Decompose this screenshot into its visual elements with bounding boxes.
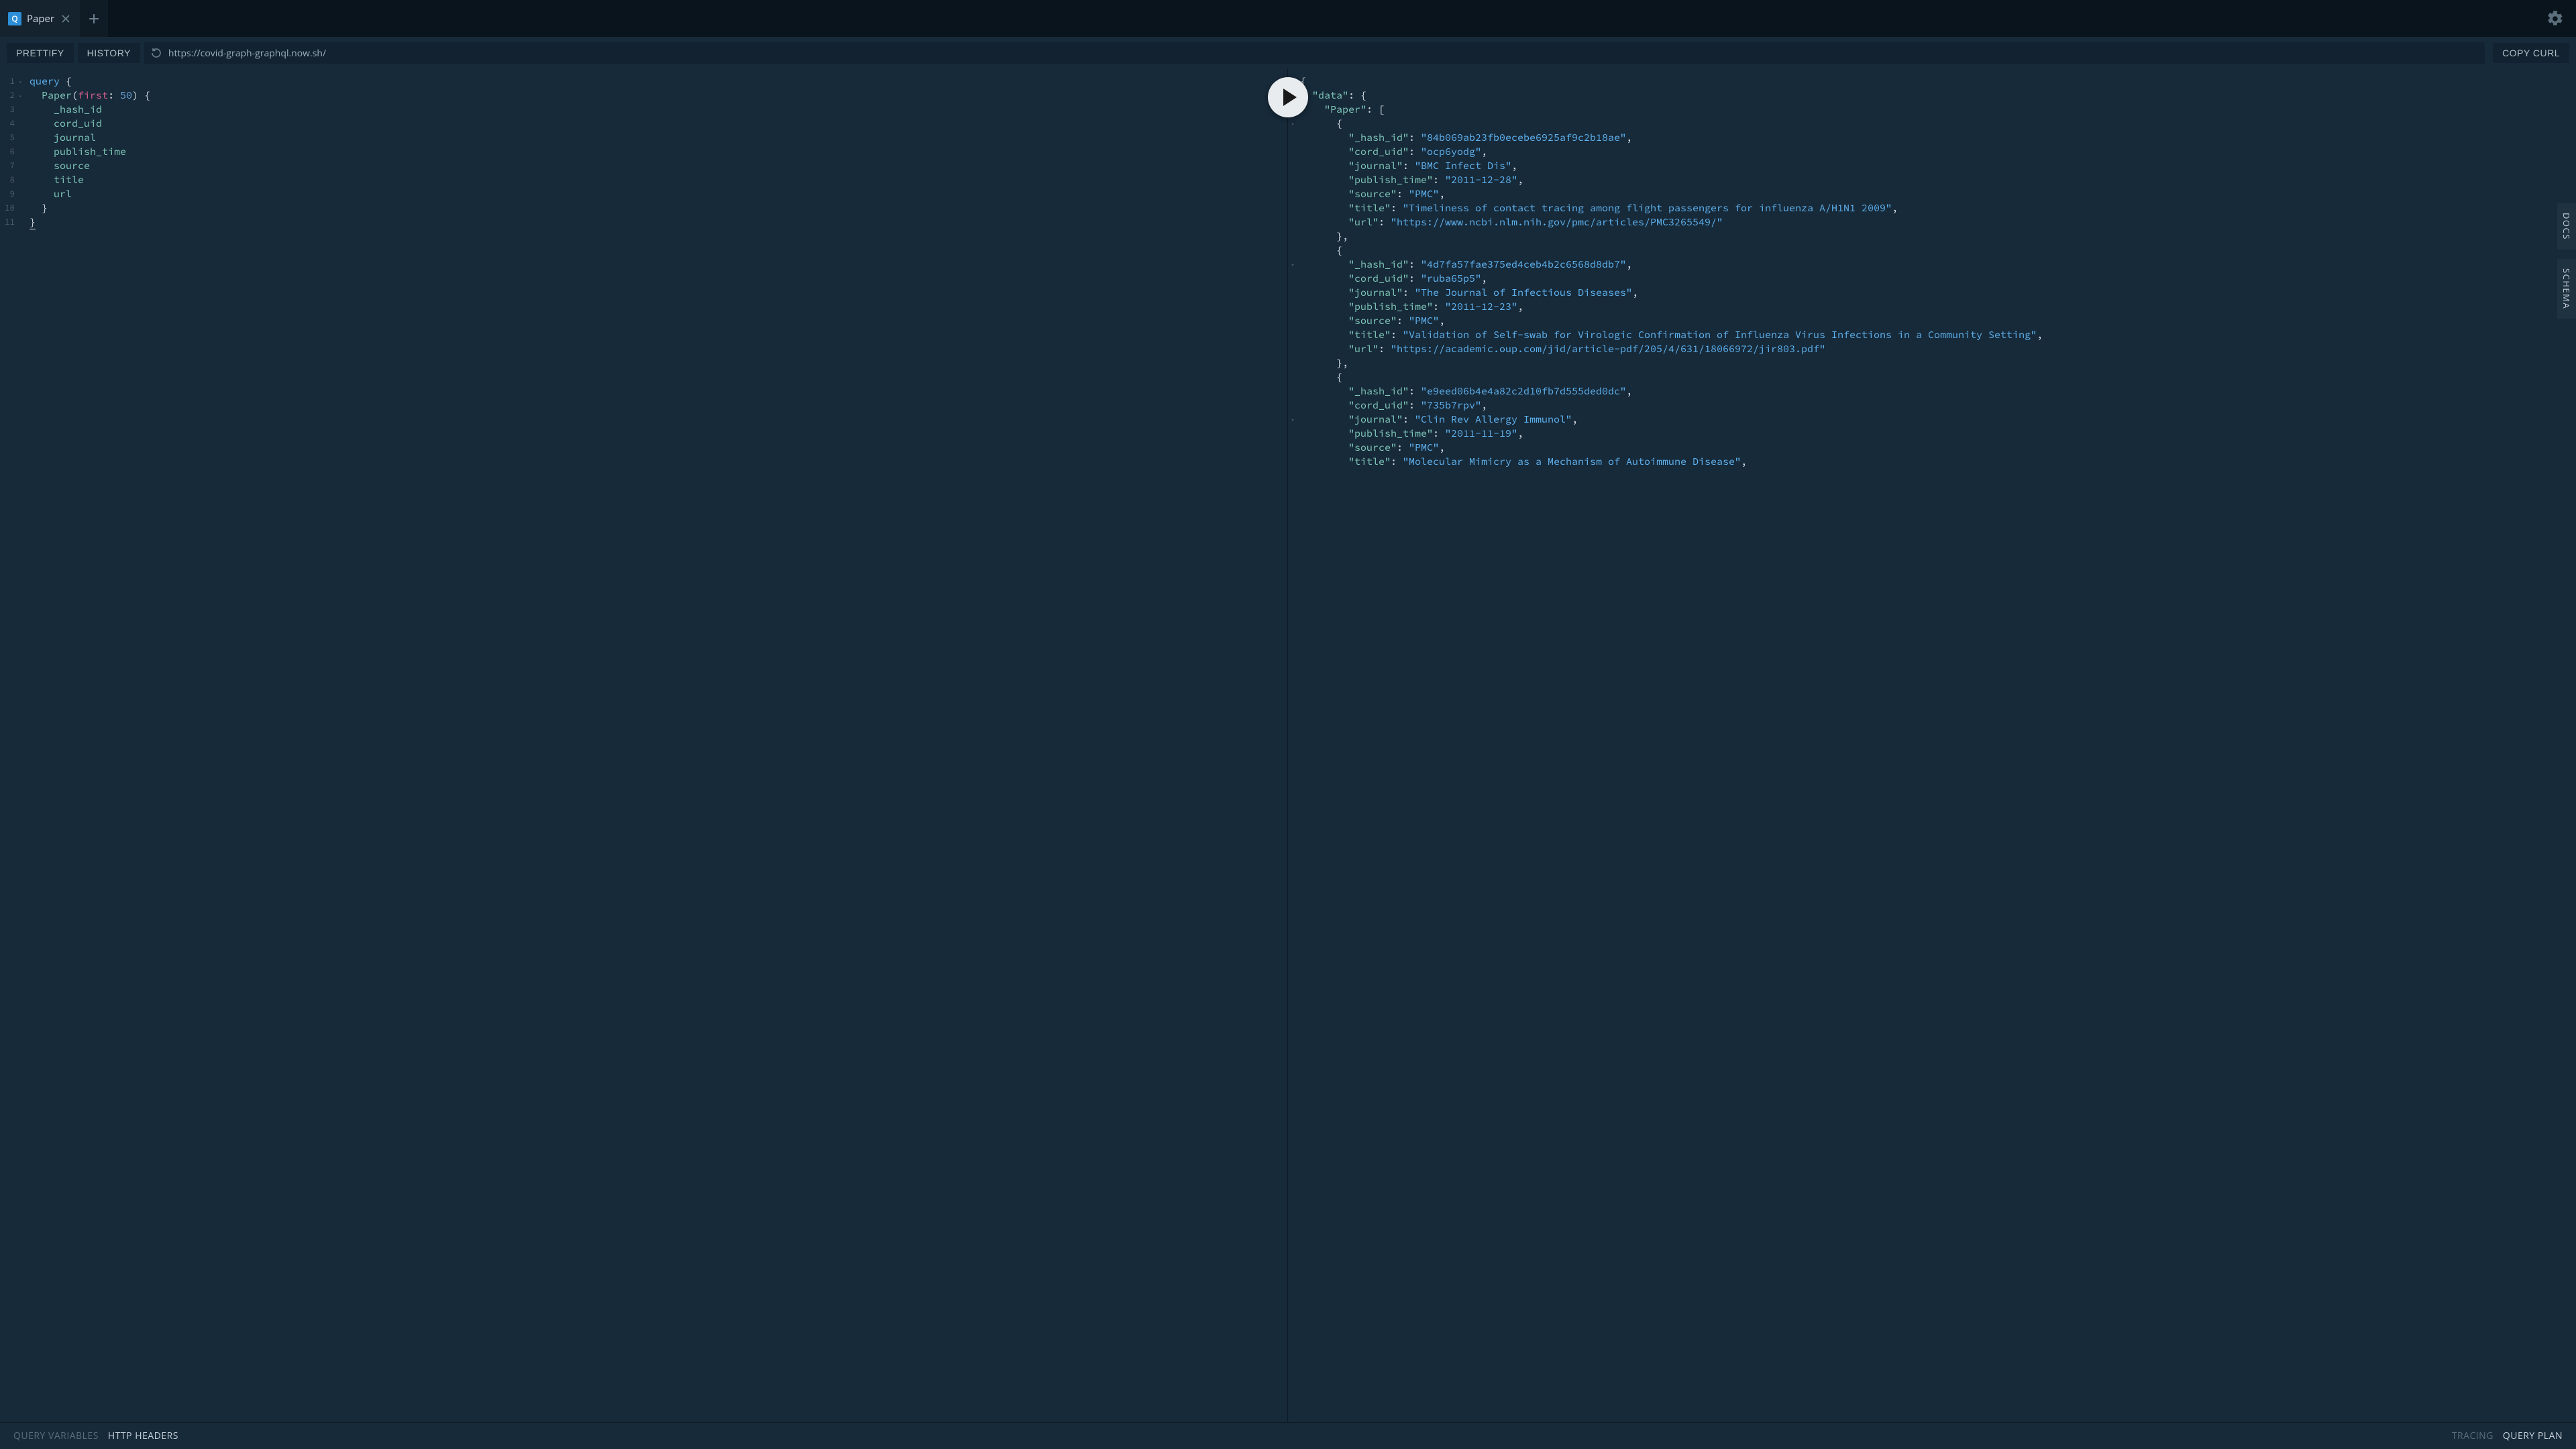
query-code[interactable]: query { Paper(first: 50) { _hash_id cord… <box>0 69 1287 236</box>
result-fold-gutter: ▾▾▾▾ ▾ ▾ <box>1288 69 1297 427</box>
main-split: 1 2 3 4 5 6 7 8 9 10 11 query { Paper(fi… <box>0 69 2576 1422</box>
new-tab-button[interactable] <box>80 0 108 37</box>
reload-icon[interactable] <box>151 48 162 58</box>
copy-curl-button[interactable]: COPY CURL <box>2493 43 2569 63</box>
settings-icon[interactable] <box>2546 10 2564 28</box>
docs-tab[interactable]: DOCS <box>2557 203 2576 250</box>
history-button[interactable]: HISTORY <box>78 43 140 63</box>
endpoint-input[interactable]: https://covid-graph-graphql.now.sh/ <box>144 42 2485 64</box>
result-viewer[interactable]: ▾▾▾▾ ▾ ▾ { "data": { "Paper": [ { "_hash… <box>1288 69 2576 1422</box>
side-panel-tabs: DOCS SCHEMA <box>2557 203 2576 319</box>
prettify-button[interactable]: PRETTIFY <box>7 43 74 63</box>
line-gutter: 1 2 3 4 5 6 7 8 9 10 11 <box>0 69 24 229</box>
http-headers-tab[interactable]: HTTP HEADERS <box>108 1430 178 1442</box>
query-plan-tab[interactable]: QUERY PLAN <box>2503 1430 2563 1442</box>
bottom-bar: QUERY VARIABLES HTTP HEADERS TRACING QUE… <box>0 1422 2576 1449</box>
schema-tab[interactable]: SCHEMA <box>2557 259 2576 319</box>
tab-paper[interactable]: Q Paper <box>0 0 80 37</box>
endpoint-url: https://covid-graph-graphql.now.sh/ <box>168 47 326 60</box>
result-json: { "data": { "Paper": [ { "_hash_id": "84… <box>1288 69 2576 476</box>
tab-title: Paper <box>27 12 54 25</box>
query-variables-tab[interactable]: QUERY VARIABLES <box>13 1430 99 1442</box>
tab-bar: Q Paper <box>0 0 2576 37</box>
toolbar: PRETTIFY HISTORY https://covid-graph-gra… <box>0 37 2576 69</box>
close-icon[interactable] <box>60 13 72 25</box>
execute-button[interactable] <box>1268 77 1308 117</box>
query-editor[interactable]: 1 2 3 4 5 6 7 8 9 10 11 query { Paper(fi… <box>0 69 1288 1422</box>
query-icon: Q <box>8 12 21 25</box>
tracing-tab[interactable]: TRACING <box>2452 1430 2493 1442</box>
